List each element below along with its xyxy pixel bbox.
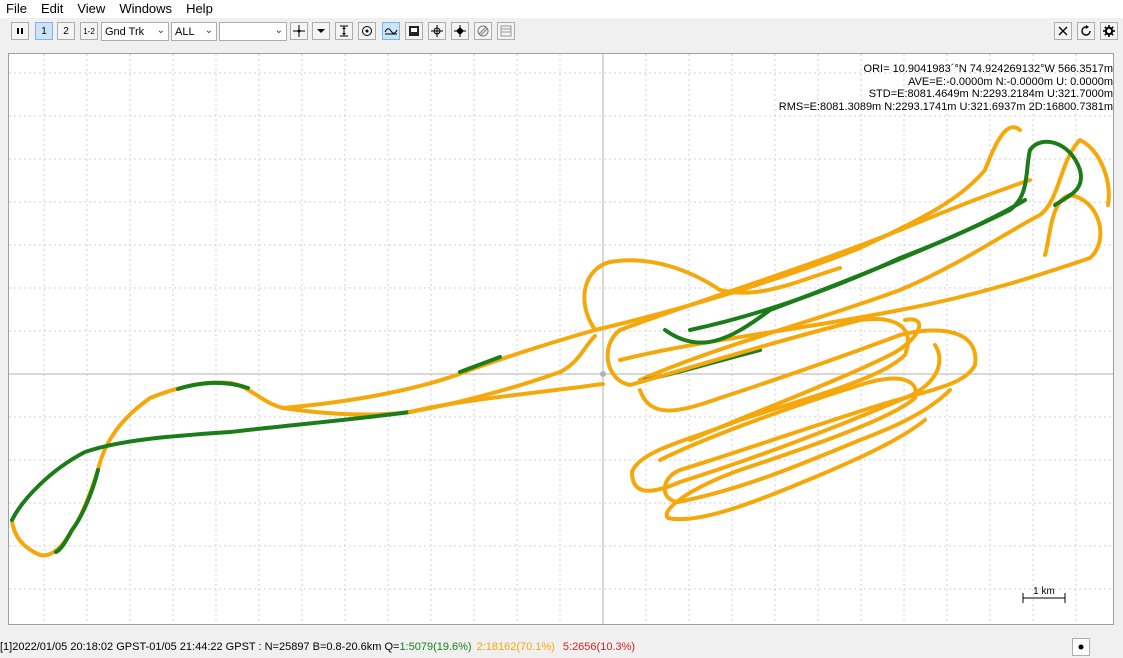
plot-mode-12-button[interactable]: 1-2 [80, 22, 98, 40]
plot-mode-1-button[interactable]: 1 [35, 22, 53, 40]
menu-edit[interactable]: Edit [34, 0, 70, 18]
close-icon [1058, 26, 1068, 36]
layer-grid-icon [500, 25, 512, 37]
chevron-down-icon: ⌄ [274, 25, 283, 36]
crosshair-icon [293, 25, 305, 37]
status-q2: 2:18162(70.1%) [476, 641, 555, 653]
status-q5: 5:2656(10.3%) [562, 641, 636, 653]
quality-filter-select[interactable]: ALL ⌄ [171, 22, 217, 41]
map-image-icon [409, 26, 419, 36]
menu-help[interactable]: Help [179, 0, 220, 18]
settings-button[interactable] [1100, 22, 1118, 40]
show-points-button[interactable] [451, 22, 469, 40]
plot-type-select[interactable]: Gnd Trk ⌄ [101, 22, 169, 41]
menu-view[interactable]: View [70, 0, 112, 18]
triangle-down-icon [317, 29, 325, 33]
origin-dropdown-button[interactable] [312, 22, 330, 40]
reload-button[interactable] [1077, 22, 1095, 40]
image-layer-button[interactable] [497, 22, 515, 40]
menu-file[interactable]: File [0, 0, 34, 18]
position-stats: ORI= 10.9041983´°N 74.924269132°W 566.35… [779, 63, 1113, 113]
std-readout: STD=E:8081.4649m N:2293.2184m U:321.7000… [868, 88, 1113, 100]
close-plot-button[interactable] [1054, 22, 1072, 40]
plot-mode-2-button[interactable]: 2 [57, 22, 75, 40]
chevron-down-icon: ⌄ [204, 25, 213, 36]
average-readout: AVE=E:-0.0000m N:-0.0000m U: 0.0000m [908, 75, 1113, 88]
grid-target-icon [431, 25, 443, 37]
refresh-icon [1081, 25, 1091, 36]
toolbar: 1 2 1-2 Gnd Trk ⌄ ALL ⌄ ⌄ [0, 19, 1123, 44]
connect-button[interactable] [11, 22, 29, 40]
fit-vertical-button[interactable] [335, 22, 353, 40]
satellite-select[interactable]: ⌄ [219, 22, 287, 41]
origin-readout: ORI= 10.9041983´°N 74.924269132°W 566.35… [863, 63, 1113, 75]
disable-sky-button[interactable] [474, 22, 492, 40]
show-track-button[interactable] [358, 22, 376, 40]
vertical-fit-icon [340, 25, 348, 37]
hatched-circle-icon [477, 25, 489, 37]
ground-track-plot[interactable] [8, 53, 1114, 625]
show-map-button[interactable] [405, 22, 423, 40]
diamond-icon [454, 25, 466, 37]
menu-bar: File Edit View Windows Help [0, 0, 1123, 18]
menu-windows[interactable]: Windows [112, 0, 179, 18]
dot-icon [1078, 644, 1084, 650]
status-bar: [1]2022/01/05 20:18:02 GPST-01/05 21:44:… [0, 637, 1123, 657]
status-summary: [1]2022/01/05 20:18:02 GPST-01/05 21:44:… [0, 641, 400, 653]
gear-icon [1103, 25, 1115, 37]
wave-line-icon [384, 28, 398, 35]
status-toggle-button[interactable] [1072, 638, 1090, 656]
pause-icon [17, 28, 23, 34]
target-icon [362, 26, 372, 36]
show-grid-button[interactable] [428, 22, 446, 40]
status-q1: 1:5079(19.6%) [399, 641, 472, 653]
chevron-down-icon: ⌄ [156, 25, 165, 36]
center-origin-button[interactable] [290, 22, 308, 40]
rms-readout: RMS=E:8081.3089m N:2293.1741m U:321.6937… [778, 100, 1113, 113]
show-lines-button[interactable] [382, 22, 400, 40]
